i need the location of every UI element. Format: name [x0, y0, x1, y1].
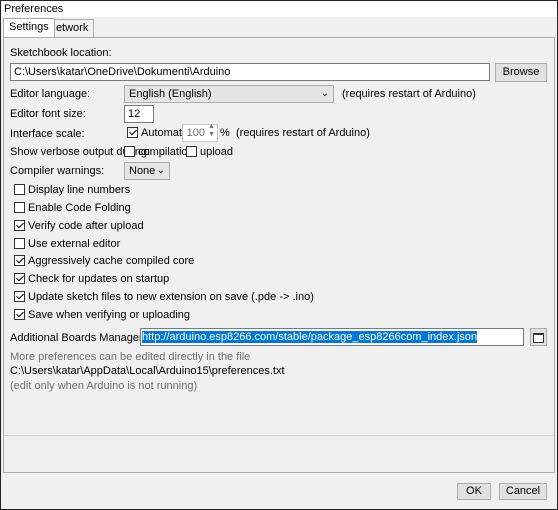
boards-manager-url-input[interactable]: http://arduino.esp8266.com/stable/packag… [140, 328, 524, 346]
panel-separator [4, 435, 554, 436]
option-save-when-verifying-label: Save when verifying or uploading [28, 309, 191, 321]
option-check-updates-checkbox[interactable] [14, 273, 25, 284]
chevron-down-icon: ⌄ [156, 165, 165, 176]
verbose-upload-label: upload [200, 146, 234, 158]
interface-scale-percent: % [220, 127, 230, 139]
option-cache-compiled-core-checkbox[interactable] [14, 255, 25, 266]
editor-language-note: (requires restart of Arduino) [342, 88, 476, 100]
more-preferences-note: More preferences can be edited directly … [10, 351, 251, 363]
boards-manager-url-value: http://arduino.esp8266.com/stable/packag… [142, 331, 478, 343]
option-verify-code-checkbox[interactable] [14, 220, 25, 231]
preferences-window: Preferences Settings Network Sketchbook … [0, 0, 558, 510]
ok-button[interactable]: OK [457, 483, 491, 500]
compiler-warnings-label: Compiler warnings: [10, 165, 105, 177]
option-display-line-numbers-label: Display line numbers [28, 184, 131, 196]
option-use-external-editor-label: Use external editor [28, 238, 121, 250]
option-update-sketch-extension-checkbox[interactable] [14, 291, 25, 302]
window-icon [533, 333, 544, 343]
interface-scale-label: Interface scale: [10, 128, 85, 140]
sketchbook-location-input[interactable]: C:\Users\katar\OneDrive\Dokumenti\Arduin… [10, 63, 490, 81]
settings-panel: Sketchbook location: C:\Users\katar\OneD… [3, 37, 555, 473]
browse-button[interactable]: Browse [495, 63, 547, 82]
cancel-button[interactable]: Cancel [499, 483, 547, 500]
editor-font-size-input[interactable]: 12 [124, 105, 154, 123]
spinner-arrows-icon[interactable]: ▲ ▼ [208, 123, 215, 139]
boards-manager-edit-button[interactable] [530, 328, 547, 346]
option-display-line-numbers-checkbox[interactable] [14, 184, 25, 195]
editor-language-value: English (English) [129, 88, 212, 100]
verbose-upload-checkbox[interactable] [186, 146, 197, 157]
editor-language-label: Editor language: [10, 88, 91, 100]
option-update-sketch-extension-label: Update sketch files to new extension on … [28, 291, 314, 303]
compiler-warnings-select[interactable]: None ⌄ [124, 162, 170, 180]
option-use-external-editor-checkbox[interactable] [14, 238, 25, 249]
sketchbook-label: Sketchbook location: [10, 47, 112, 59]
option-enable-code-folding-checkbox[interactable] [14, 202, 25, 213]
interface-scale-automatic-checkbox[interactable] [127, 127, 138, 138]
editor-font-size-label: Editor font size: [10, 108, 86, 120]
option-verify-code-label: Verify code after upload [28, 220, 144, 232]
compiler-warnings-value: None [129, 165, 156, 177]
option-enable-code-folding-label: Enable Code Folding [28, 202, 131, 214]
title-bar: Preferences [1, 1, 557, 17]
tab-settings[interactable]: Settings [3, 18, 55, 37]
editor-language-select[interactable]: English (English) ⌄ [124, 85, 334, 103]
verbose-compilation-checkbox[interactable] [124, 146, 135, 157]
window-title: Preferences [4, 3, 64, 15]
option-save-when-verifying-checkbox[interactable] [14, 309, 25, 320]
preferences-file-path: C:\Users\katar\AppData\Local\Arduino15\p… [10, 365, 285, 377]
option-check-updates-label: Check for updates on startup [28, 273, 170, 285]
chevron-down-icon: ⌄ [320, 88, 329, 99]
option-cache-compiled-core-label: Aggressively cache compiled core [28, 255, 195, 267]
edit-warning-note: (edit only when Arduino is not running) [10, 380, 198, 392]
interface-scale-note: (requires restart of Arduino) [236, 127, 370, 139]
